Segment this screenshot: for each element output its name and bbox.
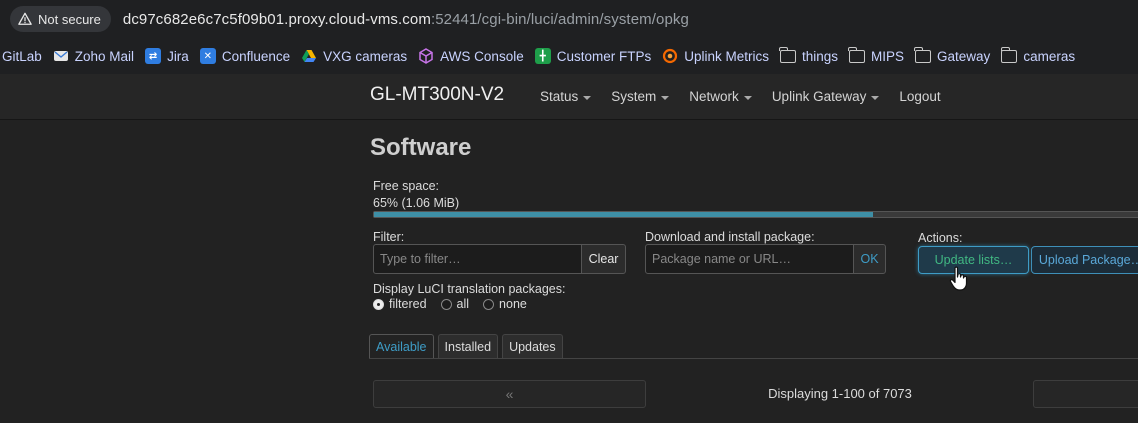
menu-label: Logout — [899, 89, 941, 104]
warning-triangle-icon — [18, 12, 32, 25]
main-menu: Status System Network Uplink Gateway Log… — [540, 89, 941, 104]
confluence-icon: ✕ — [199, 48, 216, 64]
bookmark-folder-mips[interactable]: MIPS — [848, 46, 912, 64]
radio-all[interactable]: all — [440, 297, 470, 311]
google-drive-icon — [302, 50, 317, 62]
bookmark-vxg-cameras[interactable]: VXG cameras — [301, 48, 415, 64]
package-tabs: Available Installed Updates — [369, 334, 563, 358]
free-space-value: 65% (1.06 MiB) — [373, 196, 460, 210]
bookmark-confluence[interactable]: ✕ Confluence — [199, 48, 298, 64]
package-url-input[interactable]: Package name or URL… — [645, 244, 854, 274]
free-space-progress-fill — [374, 212, 874, 217]
bookmark-gitlab[interactable]: GitLab — [2, 49, 50, 64]
pager-status: Displaying 1-100 of 7073 — [768, 386, 912, 401]
radio-label: filtered — [389, 297, 427, 311]
radio-filtered[interactable]: filtered — [373, 297, 427, 311]
page-title: Software — [370, 134, 472, 161]
bookmark-label: AWS Console — [440, 48, 524, 64]
bookmark-label: Customer FTPs — [556, 48, 652, 64]
hand-pointer-cursor-icon — [949, 266, 968, 291]
filter-label: Filter: — [373, 230, 405, 244]
bookmark-label: things — [801, 48, 839, 64]
menu-label: Status — [540, 89, 579, 104]
caret-down-icon — [661, 95, 670, 100]
radio-unchecked-icon — [440, 298, 452, 310]
folder-icon — [848, 46, 866, 63]
radio-none[interactable]: none — [483, 297, 527, 311]
menu-label: Network — [689, 89, 739, 104]
actions-label: Actions: — [918, 231, 963, 245]
jira-icon: ⇄ — [145, 48, 162, 64]
bookmarks-bar: GitLab Zoho Mail ⇄ Jira ✕ Confluence VXG… — [0, 38, 1138, 74]
menu-network[interactable]: Network — [689, 89, 752, 104]
tab-available[interactable]: Available — [369, 334, 434, 358]
bookmark-label: GitLab — [2, 48, 42, 64]
menu-logout[interactable]: Logout — [899, 89, 940, 104]
free-space-progress — [373, 211, 1138, 218]
radio-unchecked-icon — [483, 298, 495, 310]
bookmark-label: VXG cameras — [323, 48, 408, 64]
url-field[interactable]: dc97c682e6c7c5f09b01.proxy.cloud-vms.com… — [123, 11, 689, 28]
bookmark-folder-cameras[interactable]: cameras — [1000, 46, 1083, 64]
bookmark-label: MIPS — [871, 48, 905, 64]
radio-checked-icon — [373, 298, 384, 310]
grafana-icon — [663, 48, 678, 64]
folder-icon — [914, 46, 932, 63]
bookmark-customer-ftps[interactable]: ╋ Customer FTPs — [534, 48, 660, 64]
luci-nav-bar: GL-MT300N-V2 Status System Network Uplin… — [0, 74, 1138, 120]
url-host: dc97c682e6c7c5f09b01.proxy.cloud-vms.com — [122, 10, 431, 28]
browser-address-bar: Not secure dc97c682e6c7c5f09b01.proxy.cl… — [0, 0, 1138, 38]
translation-label: Display LuCI translation packages: — [373, 282, 566, 296]
bookmark-label: cameras — [1023, 48, 1076, 64]
bookmark-uplink-metrics[interactable]: Uplink Metrics — [662, 48, 777, 64]
device-brand[interactable]: GL-MT300N-V2 — [370, 84, 504, 106]
bookmark-aws-console[interactable]: AWS Console — [418, 48, 532, 64]
security-label: Not secure — [38, 11, 101, 27]
aws-cube-icon — [419, 48, 433, 64]
tab-installed[interactable]: Installed — [437, 334, 499, 358]
bookmark-jira[interactable]: ⇄ Jira — [145, 48, 197, 64]
upload-package-button[interactable]: Upload Package… — [1031, 246, 1138, 274]
zoho-mail-icon — [53, 51, 68, 61]
clear-button[interactable]: Clear — [581, 244, 626, 274]
ok-button[interactable]: OK — [853, 244, 886, 274]
radio-label: none — [499, 297, 527, 311]
tab-updates[interactable]: Updates — [502, 334, 563, 358]
radio-label: all — [456, 297, 470, 311]
download-label: Download and install package: — [645, 230, 815, 244]
pager-next-button[interactable] — [1033, 380, 1138, 408]
folder-icon — [1000, 46, 1018, 63]
menu-label: System — [611, 89, 657, 104]
folder-icon — [779, 46, 796, 63]
caret-down-icon — [583, 95, 592, 100]
pager-prev-button[interactable]: « — [373, 380, 646, 408]
caret-down-icon — [743, 95, 752, 100]
bookmark-folder-things[interactable]: things — [779, 46, 846, 64]
bookmark-label: Uplink Metrics — [684, 48, 769, 64]
bookmark-label: Confluence — [221, 48, 291, 64]
translation-radio-group: filtered all none — [373, 297, 527, 311]
bookmark-label: Gateway — [937, 48, 991, 64]
menu-status[interactable]: Status — [540, 89, 592, 104]
tab-divider — [369, 358, 1138, 359]
update-lists-button[interactable]: Update lists… — [918, 246, 1029, 274]
menu-uplink-gateway[interactable]: Uplink Gateway — [772, 89, 880, 104]
sheets-icon: ╋ — [534, 48, 551, 64]
menu-system[interactable]: System — [611, 89, 670, 104]
url-path: :52441/cgi-bin/luci/admin/system/opkg — [430, 10, 689, 28]
bookmark-label: Jira — [167, 48, 189, 64]
caret-down-icon — [871, 95, 880, 100]
free-space-label: Free space: — [373, 179, 440, 193]
bookmark-label: Zoho Mail — [74, 48, 135, 64]
security-indicator[interactable]: Not secure — [10, 6, 111, 32]
menu-label: Uplink Gateway — [771, 89, 867, 104]
bookmark-folder-gateway[interactable]: Gateway — [914, 46, 998, 64]
filter-input[interactable]: Type to filter… — [373, 244, 582, 274]
bookmark-zoho-mail[interactable]: Zoho Mail — [53, 48, 142, 64]
